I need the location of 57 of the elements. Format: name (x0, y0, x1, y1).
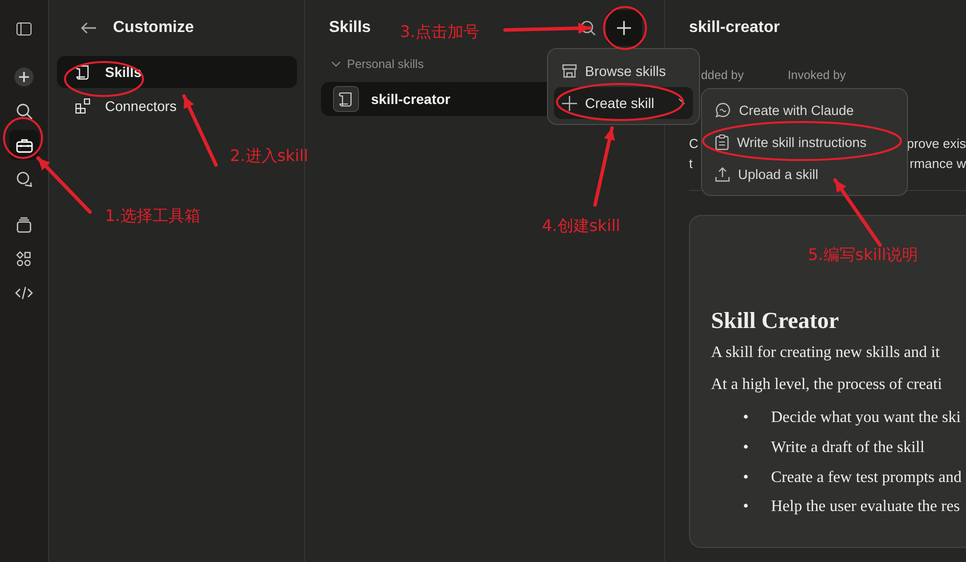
back-arrow-icon[interactable] (81, 22, 97, 34)
description-text: rmance w (910, 156, 966, 173)
grid-icon (75, 98, 91, 114)
meta-label: dded by (701, 68, 744, 82)
section-toggle[interactable]: Personal skills (321, 56, 424, 72)
meta-label: Invoked by (788, 68, 846, 82)
nav-item[interactable]: Connectors (57, 90, 297, 122)
annotation-circle (603, 6, 647, 50)
bullet-mark: • (743, 438, 750, 458)
add-button[interactable] (606, 10, 642, 46)
chevron-icon (331, 59, 341, 69)
document-paragraph: At a high level, the process of creati (711, 376, 944, 394)
upload-icon (715, 166, 730, 182)
store-icon (562, 64, 577, 78)
code-icon (15, 286, 33, 300)
sidebar-icon (16, 22, 32, 36)
annotation-label: 1.选择工具箱 (105, 206, 200, 227)
search-icon (16, 102, 32, 120)
chat-bubble-icon (715, 102, 731, 118)
clipboard-icon (715, 134, 729, 150)
scroll-icon (333, 86, 359, 112)
stack-icon (16, 217, 32, 233)
shapes-icon (16, 251, 32, 267)
panel-title: Customize (113, 19, 194, 37)
bullet-mark: • (743, 497, 750, 518)
bullet-text: Decide what you want the ski (771, 408, 961, 428)
bullet-text: Create a few test prompts and (771, 468, 962, 488)
skill-title: skill-creator (689, 18, 781, 38)
menu-item[interactable]: Write skill instructions (707, 126, 902, 158)
menu-item[interactable]: Create skill (554, 87, 693, 119)
toolbox-icon (16, 138, 32, 152)
search-icon[interactable] (580, 20, 596, 36)
scroll-icon (75, 64, 91, 80)
plus-icon (617, 21, 631, 35)
annotation-circle (3, 117, 43, 159)
bullet-mark: • (743, 408, 750, 428)
menu-item[interactable]: Create with Claude (707, 94, 902, 126)
annotation-label: 5.编写skill说明 (808, 245, 918, 266)
annotation-arrow (36, 156, 92, 214)
annotation-arrow (833, 178, 882, 247)
nav-item[interactable]: Skills (57, 56, 297, 88)
description-text: t (689, 156, 693, 173)
chat-bubbles-icon (16, 170, 32, 188)
bullet-mark: • (743, 468, 750, 488)
annotation-label: 3.点击加号 (400, 22, 480, 43)
document-paragraph: A skill for creating new skills and it (711, 344, 941, 362)
plus-icon (14, 67, 34, 87)
document-heading: Skill Creator (711, 308, 840, 334)
annotation-label: 2.进入skill (230, 146, 308, 167)
toolbox-button[interactable] (9, 130, 39, 160)
panel-title: Skills (329, 19, 371, 37)
annotation-label: 4.创建skill (542, 216, 620, 237)
menu-item[interactable]: Upload a skill (707, 158, 902, 190)
bullet-text: Write a draft of the skill (771, 438, 925, 458)
plus-icon (562, 96, 577, 110)
description-text: C (689, 136, 698, 153)
bullet-text: Help the user evaluate the res (771, 497, 960, 518)
